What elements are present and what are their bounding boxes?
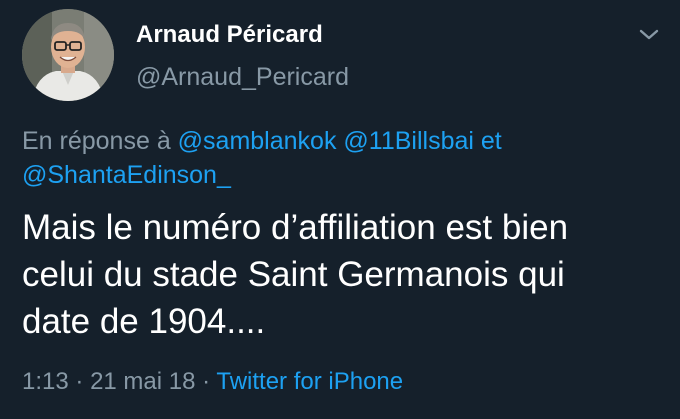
- tweet-meta: 1:13 · 21 mai 18 · Twitter for iPhone: [22, 368, 403, 396]
- reply-prefix: En réponse à: [22, 127, 171, 155]
- reply-conjunction: et: [480, 127, 502, 155]
- tweet-card: Arnaud Péricard @Arnaud_Pericard En répo…: [0, 0, 680, 419]
- meta-separator: ·: [202, 368, 211, 395]
- mention-link[interactable]: @samblankok: [178, 127, 337, 155]
- tweet-time[interactable]: 1:13: [22, 368, 69, 395]
- tweet-source-link[interactable]: Twitter for iPhone: [216, 368, 403, 395]
- mention-link[interactable]: @11Billsbai: [343, 127, 474, 155]
- chevron-down-icon[interactable]: [636, 26, 662, 44]
- avatar[interactable]: [22, 9, 114, 101]
- tweet-text-line: date de 1904....: [22, 302, 266, 341]
- username[interactable]: @Arnaud_Pericard: [136, 63, 349, 92]
- tweet-text-line: Mais le numéro d’affiliation est bien: [22, 208, 569, 247]
- mention-link[interactable]: @ShantaEdinson_: [22, 161, 231, 189]
- tweet-text: Mais le numéro d’affiliation est bien ce…: [22, 204, 662, 345]
- display-name[interactable]: Arnaud Péricard: [136, 21, 323, 49]
- meta-separator: ·: [75, 368, 84, 395]
- tweet-text-line: celui du stade Saint Germanois qui: [22, 255, 565, 294]
- tweet-date[interactable]: 21 mai 18: [90, 368, 195, 395]
- person-photo-icon: [22, 9, 114, 101]
- reply-context: En réponse à @samblankok @11Billsbai et …: [22, 124, 642, 192]
